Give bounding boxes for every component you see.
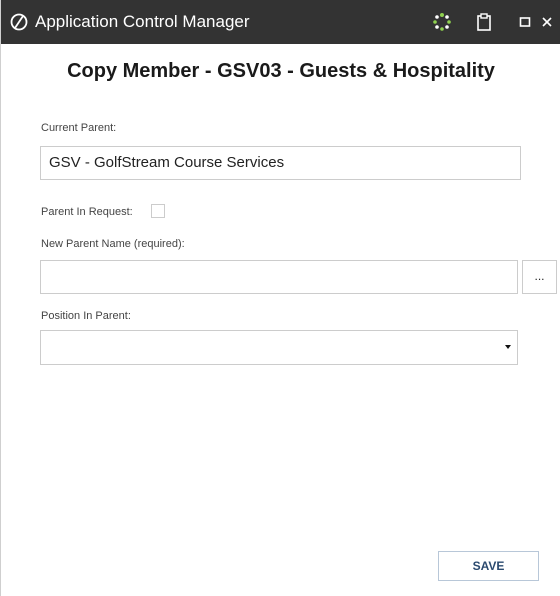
current-parent-label: Current Parent: — [41, 122, 117, 134]
dialog-window: Application Control Manager Copy Member … — [0, 0, 560, 596]
new-parent-name-input[interactable] — [40, 260, 518, 294]
spinner-icon — [432, 12, 452, 32]
parent-in-request-checkbox[interactable] — [151, 204, 165, 218]
title-bar: Application Control Manager — [1, 0, 560, 44]
chevron-down-icon — [505, 345, 511, 349]
position-in-parent-label: Position In Parent: — [41, 310, 131, 322]
app-title: Application Control Manager — [35, 12, 250, 31]
new-parent-name-label: New Parent Name (required): — [41, 238, 185, 250]
current-parent-field: GSV - GolfStream Course Services — [40, 146, 521, 180]
maximize-icon[interactable] — [515, 12, 535, 32]
save-button[interactable]: SAVE — [438, 551, 539, 581]
dialog-title: Copy Member - GSV03 - Guests & Hospitali… — [67, 60, 495, 82]
parent-in-request-label: Parent In Request: — [41, 206, 133, 218]
browse-button[interactable]: ... — [522, 260, 557, 294]
clipboard-icon[interactable] — [474, 12, 494, 32]
close-icon[interactable] — [537, 12, 557, 32]
position-in-parent-select[interactable] — [40, 330, 518, 365]
app-logo-icon — [9, 12, 29, 32]
